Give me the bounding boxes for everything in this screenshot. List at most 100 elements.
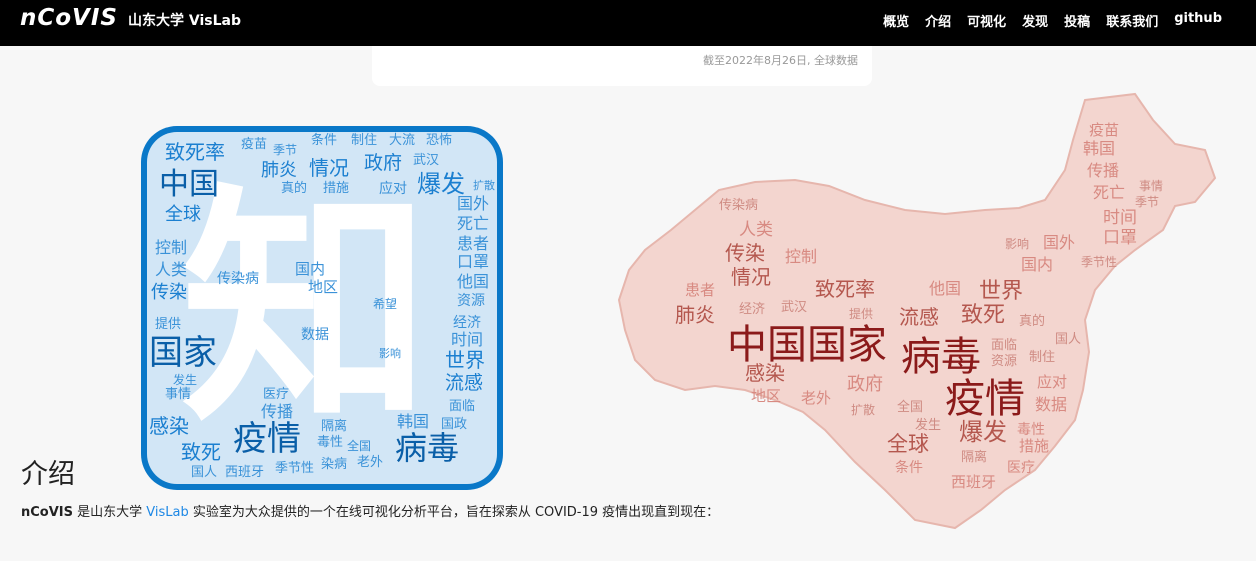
china-map-wordcloud: 疫苗韩国传播死亡 事情季节时间口罩传染病人类国外影响传染 控制 国内 季节性情况患者 致死… xyxy=(617,92,1217,530)
badge-word: 提供 xyxy=(155,317,182,332)
map-word: 制住 xyxy=(1029,350,1055,365)
badge-word: 韩国 xyxy=(397,412,430,431)
intro-text-a: 是山东大学 xyxy=(73,505,147,520)
map-word: 政府 xyxy=(847,374,883,395)
map-word: 肺炎 xyxy=(675,303,715,327)
data-date-note: 截至2022年8月26日, 全球数据 xyxy=(703,54,858,67)
map-word: 致死率 xyxy=(815,277,875,301)
badge-word: 感染 xyxy=(149,414,189,438)
map-word: 资源 xyxy=(991,354,1017,369)
map-word: 国外 xyxy=(1043,233,1075,252)
nav-link-visualization[interactable]: 可视化 xyxy=(967,11,1006,30)
map-word: 季节性 xyxy=(1081,255,1117,269)
badge-word: 口罩 xyxy=(457,252,490,271)
map-word: 传染 xyxy=(725,241,765,265)
map-word: 真的 xyxy=(1019,313,1045,329)
badge-word: 全球 xyxy=(165,204,201,225)
intro-heading: 介绍 xyxy=(21,459,75,490)
map-word: 情况 xyxy=(731,265,771,289)
badge-word: 传染 xyxy=(151,282,187,303)
map-word: 季节 xyxy=(1135,195,1159,209)
badge-word: 扩散 xyxy=(473,179,495,192)
map-word: 西班牙 xyxy=(951,473,996,491)
nav-link-submit[interactable]: 投稿 xyxy=(1064,11,1090,30)
badge-word: 致死率 xyxy=(165,140,225,164)
badge-word: 肺炎 xyxy=(261,160,297,181)
map-word: 疫苗 xyxy=(1089,121,1119,139)
badge-word: 大流 xyxy=(389,133,416,148)
map-word: 控制 xyxy=(785,247,817,266)
summary-card: 截至2022年8月26日, 全球数据 xyxy=(372,46,872,86)
badge-word: 西班牙 xyxy=(225,465,265,480)
badge-word: 武汉 xyxy=(413,153,440,168)
map-word: 措施 xyxy=(1019,437,1049,455)
map-word: 时间 xyxy=(1103,208,1137,228)
map-word: 患者 xyxy=(685,281,715,299)
map-word: 扩散 xyxy=(851,402,875,417)
map-word: 事情 xyxy=(1139,179,1163,193)
nav-link-findings[interactable]: 发现 xyxy=(1022,11,1048,30)
badge-word: 地区 xyxy=(308,278,339,296)
map-word: 疫情 xyxy=(945,376,1025,422)
nav-link-overview[interactable]: 概览 xyxy=(883,11,909,30)
badge-word: 应对 xyxy=(379,181,407,197)
badge-word: 疫苗 xyxy=(241,137,268,152)
zhihu-wordcloud-badge: 知 疫苗 条件 制住 大流 恐怖 季节 致死率 肺炎 情况 政府 武汉 中国 爆发 真的 措施 应对 扩散 全球国… xyxy=(141,126,503,490)
badge-word: 中国 xyxy=(159,167,219,202)
map-word: 他国 xyxy=(929,279,961,298)
badge-word: 制住 xyxy=(351,133,378,148)
badge-word: 流感 xyxy=(445,372,484,394)
map-word: 应对 xyxy=(1037,373,1067,391)
map-word: 口罩 xyxy=(1103,228,1137,248)
badge-word: 传染病 xyxy=(217,271,259,287)
map-word: 毒性 xyxy=(1017,422,1045,438)
badge-word: 数据 xyxy=(301,327,329,343)
map-word: 全球 xyxy=(887,432,929,456)
badge-word: 真的 xyxy=(281,181,308,196)
nav-link-contact[interactable]: 联系我们 xyxy=(1106,11,1158,30)
map-word: 经济 xyxy=(739,302,765,317)
badge-word: 事情 xyxy=(165,387,192,402)
badge-word: 措施 xyxy=(323,181,350,196)
nav-link-intro[interactable]: 介绍 xyxy=(925,11,951,30)
map-word: 医疗 xyxy=(1007,460,1035,476)
badge-word: 爆发 xyxy=(417,170,465,198)
badge-word: 人类 xyxy=(155,260,188,279)
vislab-link[interactable]: VisLab xyxy=(146,505,188,520)
map-word: 世界 xyxy=(979,279,1023,304)
badge-word: 染病 xyxy=(321,457,348,472)
map-word: 感染 xyxy=(745,361,785,385)
map-word: 隔离 xyxy=(961,449,987,465)
badge-word: 疫情 xyxy=(233,419,301,459)
badge-word: 时间 xyxy=(451,330,484,349)
badge-word: 传播 xyxy=(261,402,294,421)
badge-word: 医疗 xyxy=(263,387,290,402)
badge-word: 面临 xyxy=(449,399,476,414)
intro-paragraph: nCoVIS 是山东大学 VisLab 实验室为大众提供的一个在线可视化分析平台… xyxy=(21,503,726,522)
intro-brand: nCoVIS xyxy=(21,505,73,520)
brand[interactable]: nCoVIS 山东大学 VisLab xyxy=(20,5,241,31)
badge-word: 影响 xyxy=(379,347,401,360)
map-word: 地区 xyxy=(751,387,781,405)
badge-word: 全国 xyxy=(347,439,372,453)
badge-word: 死亡 xyxy=(457,214,490,233)
map-word: 致死 xyxy=(961,303,1005,328)
map-word: 全国 xyxy=(897,399,923,415)
map-word: 发生 xyxy=(915,417,941,433)
map-word: 爆发 xyxy=(959,418,1007,446)
map-word: 数据 xyxy=(1035,395,1067,414)
badge-word: 恐怖 xyxy=(426,133,453,148)
map-word: 面临 xyxy=(991,338,1017,353)
brand-logo[interactable]: nCoVIS xyxy=(20,5,118,31)
badge-word: 经济 xyxy=(453,315,481,331)
nav-link-github[interactable]: github xyxy=(1174,11,1222,30)
nav-links: 概览 介绍 可视化 发现 投稿 联系我们 github xyxy=(883,11,1222,30)
badge-word: 他国 xyxy=(457,272,490,291)
badge-word: 季节 xyxy=(273,143,298,157)
badge-word: 国家 xyxy=(149,333,217,373)
badge-word: 国人 xyxy=(191,465,218,480)
top-navbar: nCoVIS 山东大学 VisLab 概览 介绍 可视化 发现 投稿 联系我们 … xyxy=(0,0,1256,46)
badge-word: 老外 xyxy=(357,455,384,470)
badge-word: 情况 xyxy=(309,156,349,180)
map-word: 韩国 xyxy=(1083,139,1115,158)
